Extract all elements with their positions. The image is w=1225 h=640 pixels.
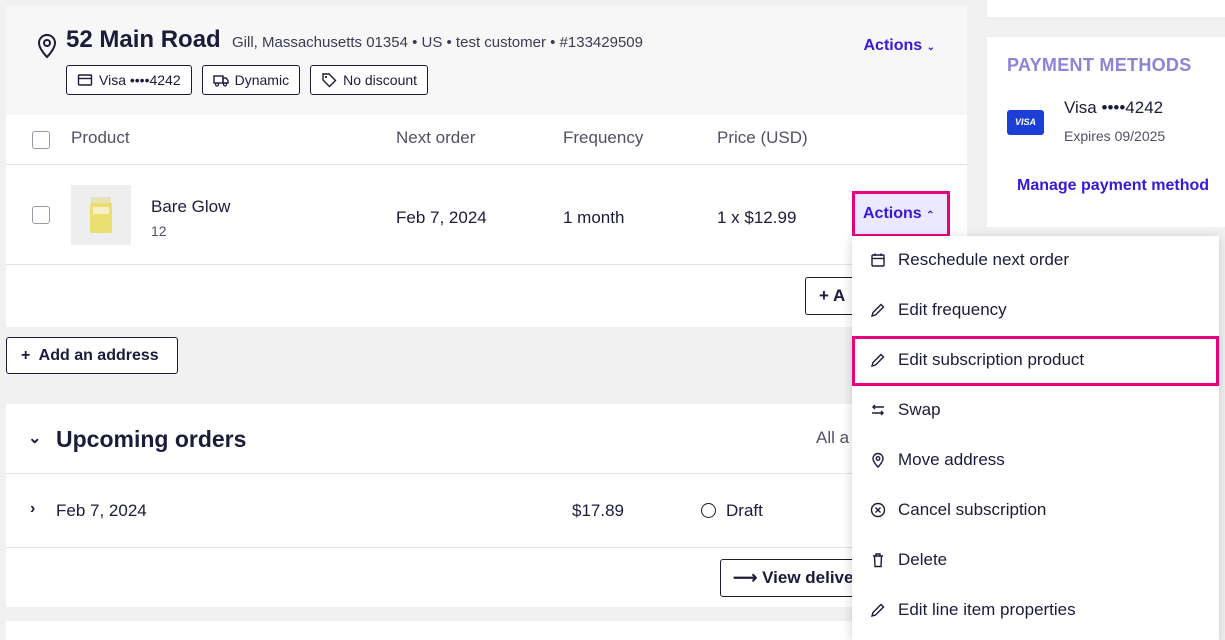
menu-item-label: Edit frequency <box>898 300 1007 319</box>
side-card-top <box>987 0 1225 17</box>
plus-icon: + <box>819 286 829 305</box>
swap-icon <box>872 404 884 416</box>
visa-logo-icon: VISA <box>1007 110 1044 135</box>
pencil-icon <box>870 353 885 368</box>
row-actions-label: Actions <box>863 205 922 222</box>
pencil-icon <box>870 303 885 318</box>
payment-card-name: Visa ••••4242 <box>1064 98 1164 117</box>
table-header: Product Next order Frequency Price (USD) <box>6 115 967 165</box>
address-chips: Visa ••••4242 Dynamic No discount <box>66 65 429 95</box>
menu-item-label: Cancel subscription <box>898 500 1047 519</box>
header-next-order: Next order <box>396 128 476 147</box>
trash-icon <box>873 553 883 568</box>
address-actions-button[interactable]: Actions ⌄ <box>863 37 935 55</box>
address-meta: Gill, Massachusetts 01354 • US • test cu… <box>232 34 643 51</box>
menu-item-label: Edit line item properties <box>898 600 1076 619</box>
payment-chip-label: Visa ••••4242 <box>99 72 181 88</box>
upcoming-orders-card: ⌄ Upcoming orders All a › Feb 7, 2024 $1… <box>6 404 967 607</box>
order-date: Feb 7, 2024 <box>56 501 147 520</box>
view-deliveries-button[interactable]: ⟶ View delive <box>720 559 860 597</box>
order-status: Draft <box>726 501 763 520</box>
upcoming-orders-header[interactable]: ⌄ Upcoming orders All a <box>6 404 967 474</box>
menu-item-swap[interactable]: Swap <box>852 386 1219 436</box>
menu-item-reschedule[interactable]: Reschedule next order <box>852 236 1219 286</box>
select-all-checkbox[interactable] <box>32 131 50 149</box>
pencil-icon <box>870 603 885 618</box>
shipping-chip[interactable]: Dynamic <box>201 65 301 95</box>
discount-chip-label: No discount <box>343 72 418 88</box>
next-order-date: Feb 7, 2024 <box>396 208 487 227</box>
menu-item-label: Edit subscription product <box>898 350 1085 369</box>
chevron-right-icon[interactable]: › <box>30 500 35 518</box>
menu-item-move-address[interactable]: Move address <box>852 436 1219 486</box>
row-checkbox[interactable] <box>32 206 50 224</box>
table-row: Bare Glow 12 Feb 7, 2024 1 month 1 x $12… <box>6 165 967 265</box>
menu-item-label: Delete <box>898 550 948 569</box>
address-title: 52 Main Road <box>66 26 221 53</box>
menu-item-edit-frequency[interactable]: Edit frequency <box>852 286 1219 336</box>
product-quantity: 12 <box>151 223 167 239</box>
address-card: 52 Main Road Gill, Massachusetts 01354 •… <box>6 6 967 327</box>
upcoming-orders-title: Upcoming orders <box>56 426 247 452</box>
price-value: 1 x $12.99 <box>717 208 797 227</box>
next-card <box>6 621 967 640</box>
table-row[interactable]: › Feb 7, 2024 $17.89 Draft <box>6 474 967 548</box>
menu-item-edit-line-item-properties[interactable]: Edit line item properties <box>852 586 1219 636</box>
header-frequency: Frequency <box>563 128 644 147</box>
payment-methods-title: PAYMENT METHODS <box>1007 55 1192 75</box>
upcoming-orders-filter[interactable]: All a <box>816 428 849 448</box>
product-jar-icon <box>90 197 112 233</box>
menu-item-edit-subscription-product[interactable]: Edit subscription product <box>852 336 1219 386</box>
plus-icon: + <box>21 347 31 364</box>
frequency-value: 1 month <box>563 208 625 227</box>
row-actions-button[interactable]: Actions ⌃ <box>852 191 950 237</box>
menu-item-delete[interactable]: Delete <box>852 536 1219 586</box>
payment-methods-card: PAYMENT METHODS VISA Visa ••••4242 Expir… <box>987 37 1225 227</box>
header-product: Product <box>71 128 130 147</box>
status-circle-icon <box>701 503 716 518</box>
menu-item-label: Reschedule next order <box>898 250 1070 269</box>
add-address-label: Add an address <box>38 347 159 364</box>
credit-card-icon <box>77 74 93 86</box>
manage-payment-methods-link[interactable]: Manage payment method <box>1017 177 1209 195</box>
order-amount: $17.89 <box>572 501 624 520</box>
actions-dropdown-menu: Reschedule next order Edit frequency Edi… <box>852 236 1219 640</box>
chevron-down-icon: ⌄ <box>926 42 935 53</box>
header-price: Price (USD) <box>717 128 808 147</box>
add-address-button[interactable]: + Add an address <box>6 337 178 374</box>
tag-icon <box>322 73 337 88</box>
address-actions-label: Actions <box>863 37 923 54</box>
product-thumbnail[interactable] <box>71 185 131 245</box>
truck-icon <box>212 75 229 87</box>
payment-card-expiry: Expires 09/2025 <box>1064 128 1166 144</box>
location-pin-icon <box>872 452 884 468</box>
menu-item-label: Swap <box>898 400 941 419</box>
arrow-right-icon: ⟶ <box>733 568 758 587</box>
shipping-chip-label: Dynamic <box>234 72 290 88</box>
payment-chip[interactable]: Visa ••••4242 <box>66 65 192 95</box>
view-deliveries-label: View delive <box>762 568 854 587</box>
chevron-up-icon: ⌃ <box>926 210 935 221</box>
menu-item-label: Move address <box>898 450 1005 469</box>
add-product-label: A <box>833 286 846 305</box>
chevron-down-icon[interactable]: ⌄ <box>28 428 41 448</box>
product-name[interactable]: Bare Glow <box>151 197 230 217</box>
address-header: 52 Main Road Gill, Massachusetts 01354 •… <box>6 6 967 115</box>
cancel-circle-icon <box>870 502 886 518</box>
location-pin-icon <box>37 33 57 59</box>
calendar-icon <box>871 253 885 267</box>
menu-item-cancel-subscription[interactable]: Cancel subscription <box>852 486 1219 536</box>
discount-chip[interactable]: No discount <box>310 65 429 95</box>
